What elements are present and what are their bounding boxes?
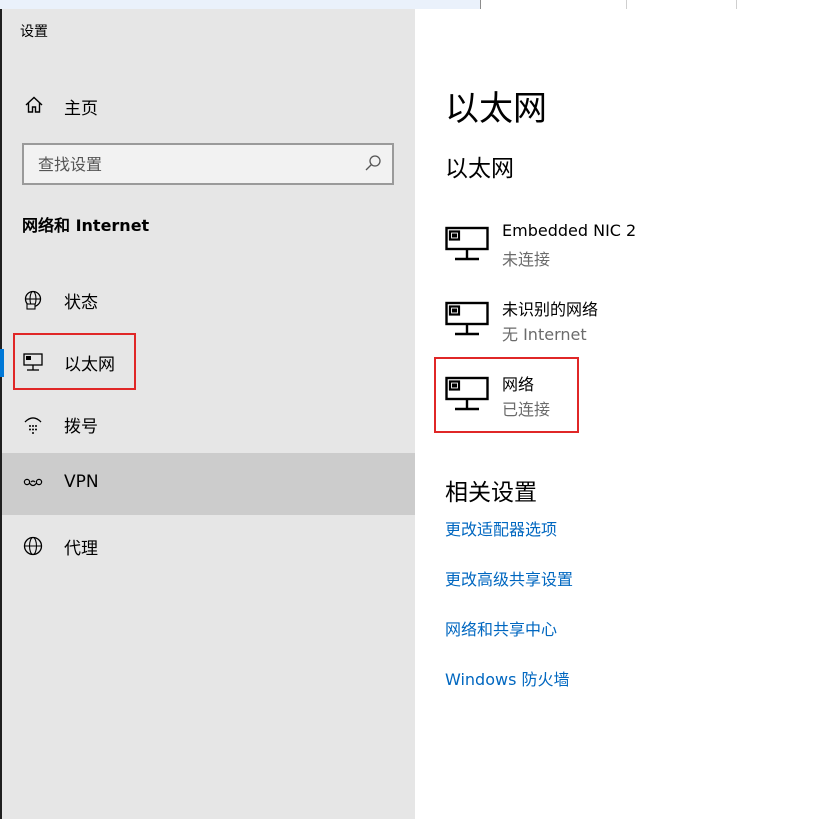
network-status: 未连接 xyxy=(502,250,551,269)
sidebar-item-proxy[interactable]: 代理 xyxy=(2,515,415,577)
ethernet-adapter-icon xyxy=(445,226,489,261)
globe-icon xyxy=(23,536,43,556)
sidebar-item-ethernet[interactable]: 以太网 xyxy=(0,331,415,393)
network-name: 网络 xyxy=(502,375,535,394)
network-item[interactable]: Embedded NIC 2 未连接 xyxy=(445,219,805,279)
ethernet-icon xyxy=(23,353,43,371)
main-content: 以太网 以太网 Embedded NIC 2 未连接 未识别的网络 无 Inte… xyxy=(415,9,819,819)
app-title: 设置 xyxy=(20,24,48,40)
globe-status-icon xyxy=(24,290,42,310)
sidebar-item-label: 状态 xyxy=(64,293,98,313)
search-box[interactable] xyxy=(22,143,394,185)
network-item[interactable]: 网络 已连接 xyxy=(445,369,805,429)
section-title: 网络和 Internet xyxy=(22,216,150,235)
home-icon xyxy=(25,96,43,113)
sidebar-item-vpn[interactable]: VPN xyxy=(2,453,415,515)
ethernet-adapter-icon xyxy=(445,376,489,411)
network-item[interactable]: 未识别的网络 无 Internet xyxy=(445,294,805,354)
network-name: 未识别的网络 xyxy=(502,300,599,319)
dialup-icon xyxy=(24,417,42,434)
network-status: 已连接 xyxy=(502,400,551,419)
network-name: Embedded NIC 2 xyxy=(502,221,637,240)
selection-indicator xyxy=(0,349,4,377)
network-status: 无 Internet xyxy=(502,325,587,344)
search-input[interactable] xyxy=(36,151,360,177)
section-heading: 以太网 xyxy=(445,156,514,182)
link-network-sharing-center[interactable]: 网络和共享中心 xyxy=(445,616,557,640)
vpn-icon xyxy=(23,478,43,487)
sidebar-item-home[interactable]: 主页 xyxy=(2,87,415,123)
sidebar-item-label: 代理 xyxy=(64,539,98,559)
sidebar-item-label: 主页 xyxy=(64,99,98,119)
page-title: 以太网 xyxy=(445,89,547,129)
sidebar-item-label: 以太网 xyxy=(64,355,115,375)
title-bar-strip xyxy=(0,0,819,12)
ethernet-adapter-icon xyxy=(445,301,489,336)
sidebar: 设置 主页 网络和 Internet 状态 以太网 xyxy=(0,9,415,819)
sidebar-item-label: VPN xyxy=(64,472,99,492)
sidebar-item-label: 拨号 xyxy=(64,417,98,437)
link-advanced-sharing-settings[interactable]: 更改高级共享设置 xyxy=(445,566,573,590)
sidebar-item-status[interactable]: 状态 xyxy=(2,269,415,331)
search-icon[interactable] xyxy=(364,154,382,172)
related-settings-heading: 相关设置 xyxy=(445,480,537,506)
sidebar-item-dialup[interactable]: 拨号 xyxy=(2,393,415,455)
link-change-adapter-options[interactable]: 更改适配器选项 xyxy=(445,516,557,540)
link-windows-firewall[interactable]: Windows 防火墙 xyxy=(445,666,570,690)
